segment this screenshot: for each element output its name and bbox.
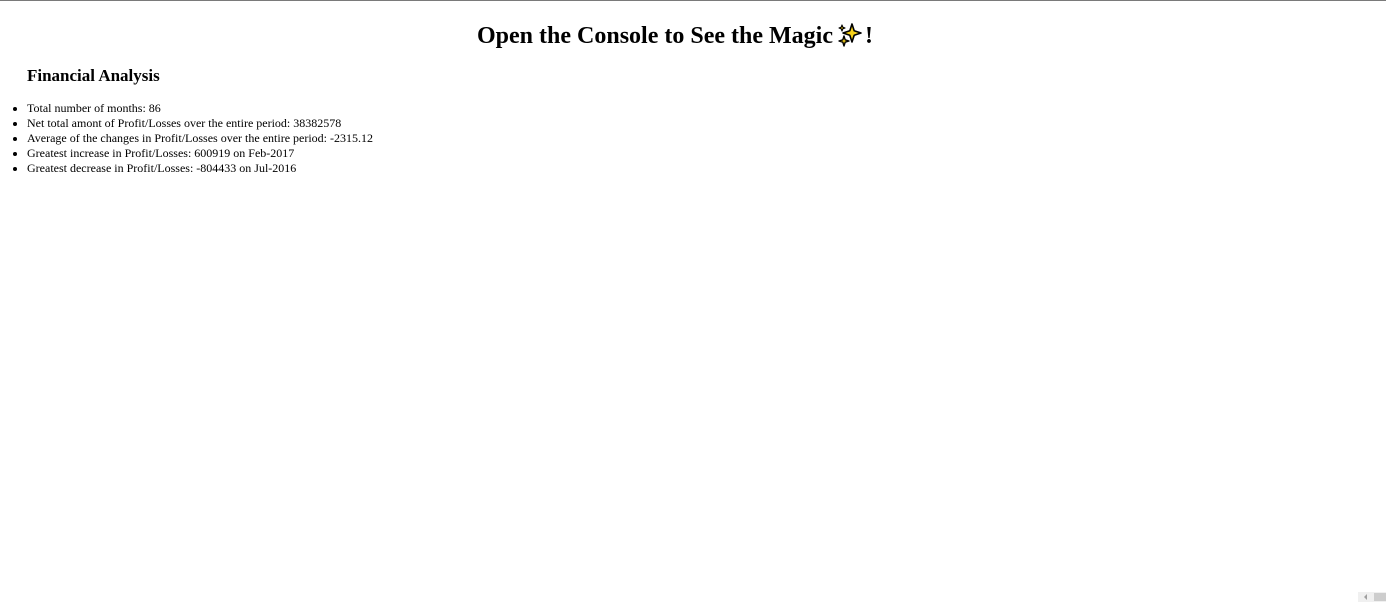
horizontal-scrollbar[interactable] bbox=[1358, 592, 1386, 602]
stat-average-change: Average of the changes in Profit/Losses … bbox=[27, 131, 373, 146]
scroll-left-arrow-icon[interactable] bbox=[1364, 594, 1367, 600]
stat-greatest-increase: Greatest increase in Profit/Losses: 6009… bbox=[27, 146, 373, 161]
page: Open the Console to See the Magic ! Fina… bbox=[0, 0, 1386, 602]
page-title-suffix: ! bbox=[864, 23, 873, 49]
sparkles-icon bbox=[837, 22, 863, 48]
scrollbar-thumb[interactable] bbox=[1374, 593, 1386, 601]
page-title-text: Open the Console to See the Magic bbox=[477, 23, 833, 49]
financial-analysis-heading: Financial Analysis bbox=[27, 66, 160, 85]
financial-stats-list: Total number of months: 86 Net total amo… bbox=[0, 101, 373, 176]
stat-total-months: Total number of months: 86 bbox=[27, 101, 373, 116]
stat-greatest-decrease: Greatest decrease in Profit/Losses: -804… bbox=[27, 161, 373, 176]
page-title: Open the Console to See the Magic ! bbox=[0, 21, 1350, 51]
stat-net-total: Net total amont of Profit/Losses over th… bbox=[27, 116, 373, 131]
